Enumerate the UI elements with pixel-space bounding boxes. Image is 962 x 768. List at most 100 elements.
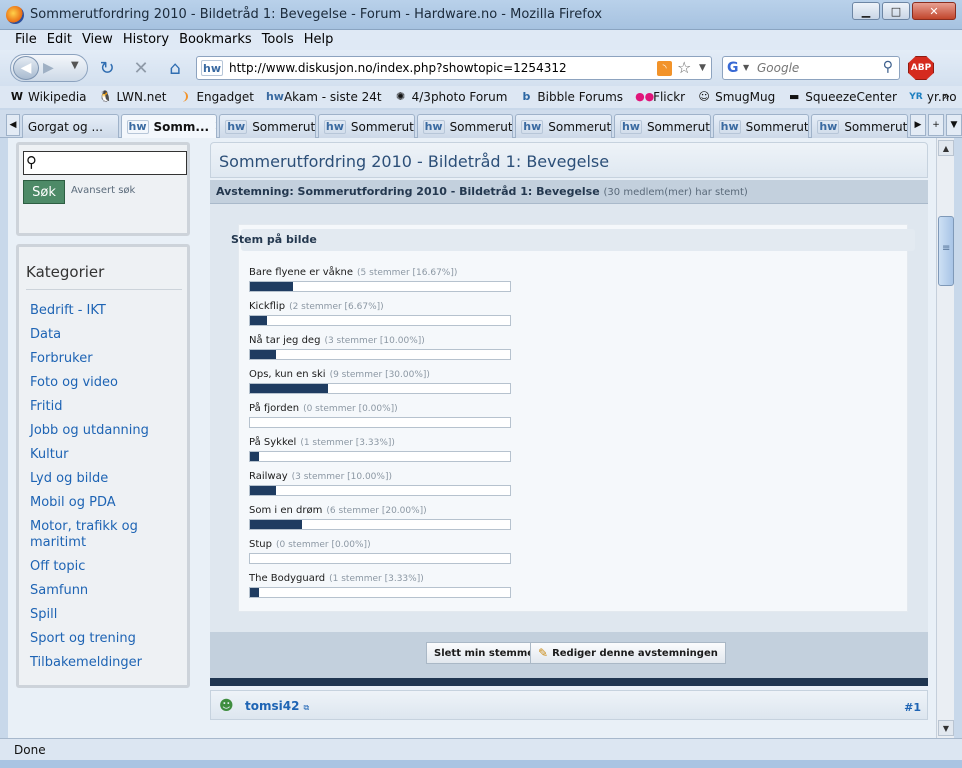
forward-button[interactable]: ▶ bbox=[43, 60, 54, 76]
sidebar-search-field[interactable]: ⚲ bbox=[23, 151, 187, 175]
bookmark-lwn[interactable]: 🐧 LWN.net bbox=[99, 90, 167, 104]
bookmark-bibble[interactable]: b Bibble Forums bbox=[519, 90, 623, 104]
bookmark-akam[interactable]: hw Akam - siste 24t bbox=[266, 90, 382, 104]
option-label: Kickflip bbox=[249, 301, 286, 312]
search-button[interactable]: Søk bbox=[23, 180, 65, 204]
scroll-up-icon[interactable]: ▲ bbox=[938, 140, 954, 156]
hw-icon: hw bbox=[521, 119, 544, 134]
category-link[interactable]: Motor, trafikk og maritimt bbox=[30, 519, 186, 551]
category-link[interactable]: Foto og video bbox=[30, 375, 186, 391]
bookmark-smugmug[interactable]: ☺ SmugMug bbox=[697, 90, 775, 104]
vertical-scrollbar[interactable]: ▲ ▼ bbox=[936, 138, 954, 738]
maximize-button[interactable]: □ bbox=[882, 2, 910, 20]
category-link[interactable]: Spill bbox=[30, 607, 186, 623]
vote-heading-bar: Stem på bilde bbox=[231, 229, 915, 251]
menu-tools[interactable]: Tools bbox=[257, 30, 299, 50]
topic-header: Sommerutfordring 2010 - Bildetråd 1: Bev… bbox=[210, 142, 928, 178]
category-link[interactable]: Off topic bbox=[30, 559, 186, 575]
advanced-search-link[interactable]: Avansert søk bbox=[71, 185, 135, 196]
search-bar[interactable]: G ▼ ⚲ bbox=[722, 56, 900, 80]
category-link[interactable]: Samfunn bbox=[30, 583, 186, 599]
tab-sommerut[interactable]: hwSommerut... bbox=[317, 114, 415, 138]
category-link[interactable]: Jobb og utdanning bbox=[30, 423, 186, 439]
scroll-thumb[interactable] bbox=[938, 216, 954, 286]
bookmark-star-icon[interactable]: ☆ bbox=[677, 58, 691, 77]
option-label: Som i en drøm bbox=[249, 505, 323, 516]
url-text[interactable]: http://www.diskusjon.no/index.php?showto… bbox=[229, 61, 567, 75]
category-link[interactable]: Forbruker bbox=[30, 351, 186, 367]
stop-icon[interactable]: ✕ bbox=[130, 57, 152, 79]
menu-bookmarks[interactable]: Bookmarks bbox=[174, 30, 257, 50]
navigation-toolbar: ◀ ▶ ▼ ↻ ✕ ⌂ hw http://www.diskusjon.no/i… bbox=[0, 50, 962, 86]
tab-sommerut[interactable]: hwSommerut... bbox=[712, 114, 810, 138]
home-icon[interactable]: ⌂ bbox=[164, 57, 186, 79]
category-link[interactable]: Sport og trening bbox=[30, 631, 186, 647]
bookmark-43photo[interactable]: ✺ 4/3photo Forum bbox=[394, 90, 507, 104]
poll-header: Avstemning: Sommerutfordring 2010 - Bild… bbox=[210, 180, 928, 204]
new-tab-icon[interactable]: + bbox=[928, 114, 944, 136]
category-link[interactable]: Lyd og bilde bbox=[30, 471, 186, 487]
tab-list-icon[interactable]: ▼ bbox=[946, 114, 962, 136]
tab-active-sommerutfordring[interactable]: hwSomm...✕ bbox=[120, 114, 218, 138]
close-window-button[interactable]: ✕ bbox=[912, 2, 956, 20]
address-bar[interactable]: hw http://www.diskusjon.no/index.php?sho… bbox=[196, 56, 712, 80]
poll-option: Railway (3 stemmer [10.00%]) bbox=[249, 471, 749, 505]
category-link[interactable]: Data bbox=[30, 327, 186, 343]
category-link[interactable]: Bedrift - IKT bbox=[30, 303, 186, 319]
poll-option: Kickflip (2 stemmer [6.67%]) bbox=[249, 301, 749, 335]
scroll-down-icon[interactable]: ▼ bbox=[938, 720, 954, 736]
category-link[interactable]: Tilbakemeldinger bbox=[30, 655, 186, 671]
adblock-plus-icon[interactable]: ABP bbox=[908, 56, 934, 80]
rss-feed-icon[interactable]: ◝ bbox=[657, 61, 672, 76]
hw-icon: hw bbox=[225, 119, 248, 134]
tab-sommerut[interactable]: hwSommerut... bbox=[416, 114, 514, 138]
menu-view[interactable]: View bbox=[77, 30, 118, 50]
menu-file[interactable]: File bbox=[10, 30, 42, 50]
poll-option: Bare flyene er våkne (5 stemmer [16.67%]) bbox=[249, 267, 749, 301]
bookmark-engadget[interactable]: ❩ Engadget bbox=[178, 90, 254, 104]
option-label: På fjorden bbox=[249, 403, 300, 414]
tab-sommerut[interactable]: hwSommerut... bbox=[613, 114, 711, 138]
menu-help[interactable]: Help bbox=[299, 30, 339, 50]
tab-sommerut[interactable]: hwSommerut... bbox=[515, 114, 612, 138]
menu-edit[interactable]: Edit bbox=[42, 30, 77, 50]
delete-vote-button[interactable]: Slett min stemme bbox=[426, 642, 543, 664]
tab-scroll-right-icon[interactable]: ▶ bbox=[910, 114, 926, 136]
web-search-input[interactable] bbox=[755, 60, 875, 76]
bookmark-flickr[interactable]: ●● Flickr bbox=[635, 90, 685, 104]
category-link[interactable]: Kultur bbox=[30, 447, 186, 463]
menu-history[interactable]: History bbox=[118, 30, 174, 50]
url-dropdown-icon[interactable]: ▼ bbox=[699, 63, 706, 73]
tab-sommerut[interactable]: hwSommerut... bbox=[219, 114, 316, 138]
result-bar bbox=[249, 485, 511, 496]
option-votes: (1 stemmer [3.33%]) bbox=[300, 438, 395, 448]
tab-gorgat[interactable]: Gorgat og ... bbox=[21, 114, 119, 138]
category-link[interactable]: Mobil og PDA bbox=[30, 495, 186, 511]
back-button[interactable]: ◀ bbox=[13, 56, 39, 80]
google-engine-icon[interactable]: G bbox=[727, 60, 739, 76]
tab-scroll-left-icon[interactable]: ◀ bbox=[6, 114, 20, 136]
result-bar-fill bbox=[250, 520, 302, 529]
reload-icon[interactable]: ↻ bbox=[96, 57, 118, 79]
category-link[interactable]: Fritid bbox=[30, 399, 186, 415]
search-icon[interactable]: ⚲ bbox=[883, 59, 893, 75]
bookmark-squeezecenter[interactable]: ▬ SqueezeCenter bbox=[787, 90, 897, 104]
edit-poll-button[interactable]: ✎ Rediger denne avstemningen bbox=[530, 642, 726, 664]
minimize-button[interactable]: ▁ bbox=[852, 2, 880, 20]
bookmark-wikipedia[interactable]: W Wikipedia bbox=[10, 90, 87, 104]
menu-bar: File Edit View History Bookmarks Tools H… bbox=[0, 30, 962, 50]
engine-dropdown-icon[interactable]: ▼ bbox=[743, 63, 749, 72]
tab-sommerut[interactable]: hwSommerut... bbox=[811, 114, 908, 138]
post-author-link[interactable]: tomsi42 ⧉ bbox=[245, 699, 309, 713]
poll-actions: Slett min stemme ✎ Rediger denne avstemni… bbox=[210, 632, 928, 678]
result-bar-fill bbox=[250, 452, 259, 461]
post-divider bbox=[210, 678, 928, 686]
close-tab-icon[interactable]: ✕ bbox=[214, 119, 216, 134]
result-bar bbox=[249, 519, 511, 530]
post-number-link[interactable]: #1 bbox=[904, 701, 921, 714]
history-dropdown-icon[interactable]: ▼ bbox=[71, 60, 79, 71]
hw-icon: hw bbox=[265, 90, 284, 103]
option-votes: (3 stemmer [10.00%]) bbox=[291, 472, 392, 482]
site-search-input[interactable] bbox=[46, 155, 182, 171]
bookmarks-overflow-icon[interactable]: » bbox=[943, 89, 950, 103]
